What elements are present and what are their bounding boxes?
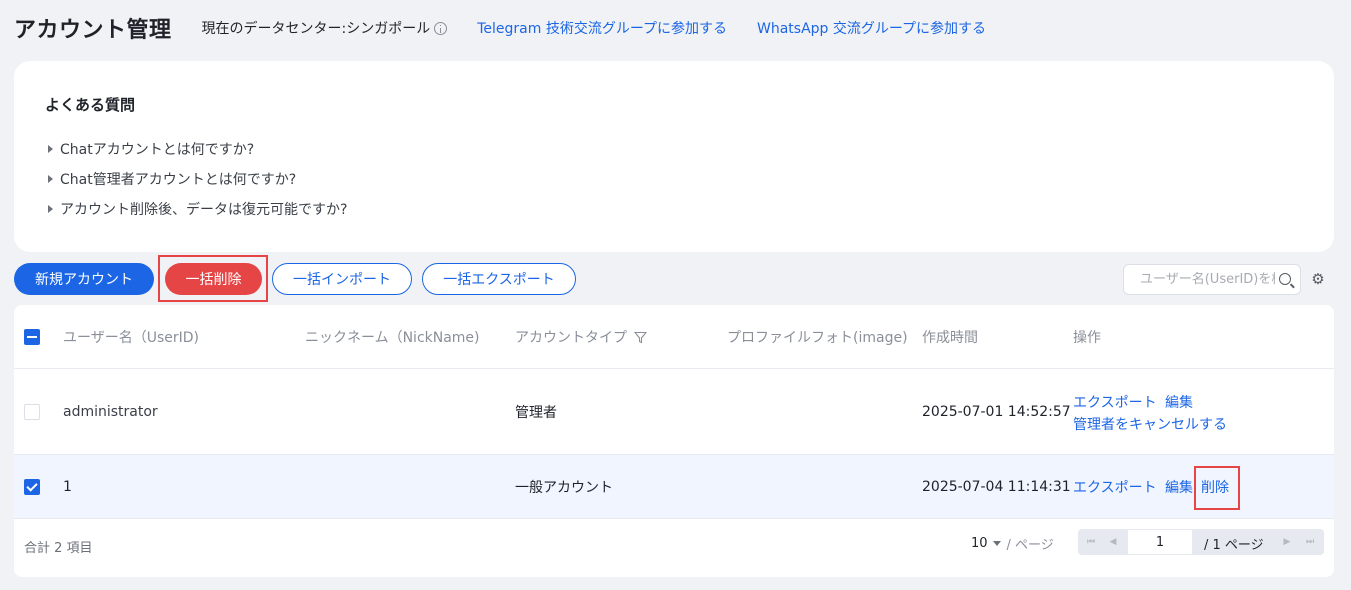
- per-page-label: / ページ: [1006, 538, 1054, 553]
- gear-icon[interactable]: ⚙: [1311, 272, 1325, 287]
- column-header-created: 作成時間: [922, 329, 978, 346]
- table-row: administrator 管理者 2025-07-01 14:52:57 エク…: [14, 369, 1334, 455]
- page-number-input[interactable]: [1128, 530, 1192, 554]
- datacenter-label: 現在のデータセンター:シンガポール: [202, 18, 448, 38]
- faq-item-label: アカウント削除後、データは復元可能ですか?: [60, 202, 348, 218]
- row-checkbox[interactable]: [24, 478, 40, 495]
- column-header-nickname: ニックネーム（NickName): [305, 329, 480, 346]
- table-row: 1 一般アカウント 2025-07-04 11:14:31 エクスポート 編集 …: [14, 455, 1334, 519]
- accounts-table: ユーザー名（UserID) ニックネーム（NickName) アカウントタイプ …: [14, 305, 1334, 577]
- caret-right-icon: [48, 205, 53, 213]
- search-input[interactable]: [1140, 272, 1275, 287]
- column-header-actions: 操作: [1073, 329, 1101, 346]
- cancel-admin-link[interactable]: 管理者をキャンセルする: [1073, 414, 1227, 434]
- datacenter-text: 現在のデータセンター:シンガポール: [201, 21, 431, 37]
- column-header-account-type: アカウントタイプ: [515, 327, 648, 347]
- faq-item-label: Chat管理者アカウントとは何ですか?: [60, 172, 297, 188]
- search-icon[interactable]: [1279, 273, 1291, 285]
- row-checkbox[interactable]: [24, 403, 40, 420]
- first-page-icon[interactable]: ⏮: [1080, 529, 1102, 555]
- cell-userid: administrator: [63, 403, 158, 420]
- next-page-icon[interactable]: ▶: [1276, 529, 1298, 555]
- faq-item-label: Chatアカウントとは何ですか?: [60, 142, 255, 158]
- faq-title: よくある質問: [45, 96, 136, 114]
- cell-created: 2025-07-04 11:14:31: [922, 478, 1071, 495]
- filter-icon[interactable]: [634, 331, 648, 344]
- whatsapp-group-link[interactable]: WhatsApp 交流グループに参加する: [757, 18, 986, 38]
- cell-userid: 1: [63, 478, 72, 495]
- export-link[interactable]: エクスポート: [1073, 392, 1157, 412]
- edit-link[interactable]: 編集: [1165, 477, 1193, 497]
- faq-item-admin-account[interactable]: Chat管理者アカウントとは何ですか?: [48, 169, 296, 189]
- search-box: [1123, 264, 1301, 295]
- caret-right-icon: [48, 175, 53, 183]
- page-total-label: / 1 ページ: [1204, 538, 1264, 553]
- faq-card: よくある質問 Chatアカウントとは何ですか? Chat管理者アカウントとは何で…: [14, 61, 1334, 252]
- bulk-export-button[interactable]: 一括エクスポート: [422, 263, 576, 295]
- highlight-box-delete: [1194, 466, 1240, 510]
- column-header-userid: ユーザー名（UserID): [63, 329, 200, 346]
- total-count: 合計 2 項目: [24, 541, 93, 556]
- new-account-button[interactable]: 新規アカウント: [14, 263, 154, 295]
- faq-item-chat-account[interactable]: Chatアカウントとは何ですか?: [48, 139, 254, 159]
- page-size-select[interactable]: 10 / ページ: [971, 534, 1054, 553]
- telegram-group-link[interactable]: Telegram 技術交流グループに参加する: [477, 18, 727, 38]
- export-link[interactable]: エクスポート: [1073, 477, 1157, 497]
- cell-account-type: 一般アカウント: [515, 479, 613, 496]
- edit-link[interactable]: 編集: [1165, 392, 1193, 412]
- info-icon[interactable]: [434, 21, 448, 35]
- pagination: ⏮ ◀ / 1 ページ ▶ ⏭: [1078, 529, 1324, 555]
- column-header-account-type-label: アカウントタイプ: [515, 329, 627, 346]
- cell-account-type: 管理者: [515, 404, 557, 421]
- highlight-box-bulk-delete: [158, 255, 268, 302]
- table-header: ユーザー名（UserID) ニックネーム（NickName) アカウントタイプ …: [14, 305, 1334, 369]
- last-page-icon[interactable]: ⏭: [1299, 529, 1321, 555]
- page-title: アカウント管理: [14, 18, 172, 43]
- chevron-down-icon: [992, 541, 1001, 546]
- cell-created: 2025-07-01 14:52:57: [922, 403, 1071, 420]
- bulk-import-button[interactable]: 一括インポート: [272, 263, 412, 295]
- caret-right-icon: [48, 145, 53, 153]
- page-size-value: 10: [971, 536, 988, 551]
- prev-page-icon[interactable]: ◀: [1102, 529, 1124, 555]
- faq-item-restore-data[interactable]: アカウント削除後、データは復元可能ですか?: [48, 199, 347, 219]
- top-bar: アカウント管理 現在のデータセンター:シンガポール Telegram 技術交流グ…: [14, 10, 986, 46]
- select-all-checkbox[interactable]: [24, 328, 40, 345]
- column-header-image: プロファイルフォト(image): [727, 329, 908, 346]
